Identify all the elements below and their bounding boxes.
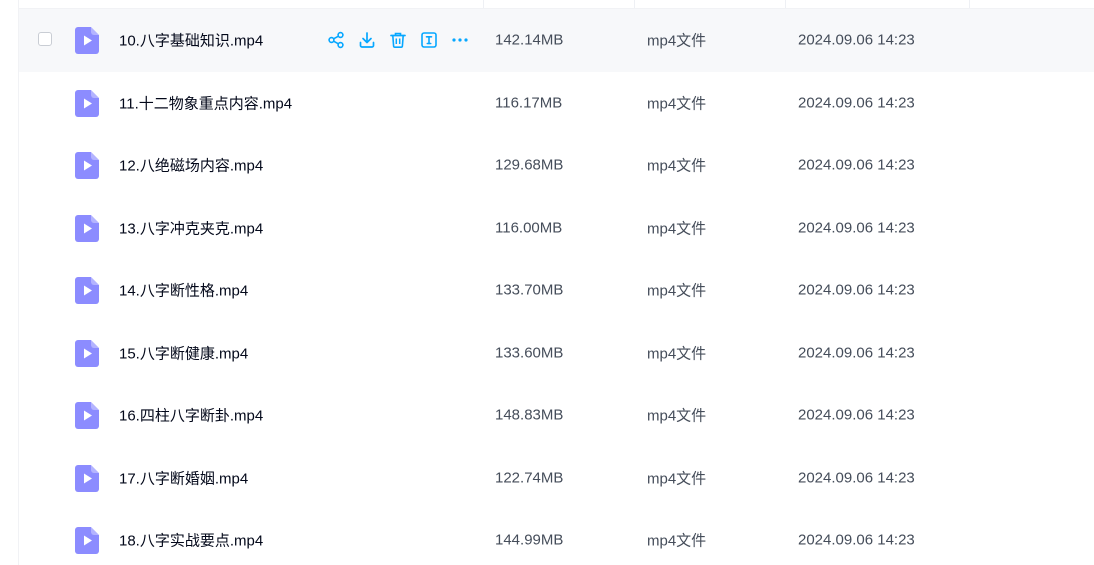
table-header: [19, 0, 1094, 9]
download-icon: [359, 32, 375, 49]
file-row[interactable]: 10.八字基础知识.mp4 142.14MB mp4文件 2024.09.06 …: [19, 9, 1094, 72]
file-size: 133.70MB: [495, 281, 564, 299]
column-divider[interactable]: [969, 0, 970, 8]
file-size: 144.99MB: [495, 531, 564, 549]
file-size: 133.60MB: [495, 344, 564, 362]
video-file-icon: [75, 464, 99, 492]
file-row[interactable]: 16.四柱八字断卦.mp4 148.83MB mp4文件 2024.09.06 …: [19, 384, 1094, 447]
more-icon: [452, 38, 468, 42]
file-type: mp4文件: [647, 32, 707, 50]
file-type: mp4文件: [647, 345, 707, 363]
file-modified-time: 2024.09.06 14:23: [798, 219, 915, 237]
file-size: 148.83MB: [495, 406, 564, 424]
column-divider[interactable]: [483, 0, 484, 8]
file-row[interactable]: 12.八绝磁场内容.mp4 129.68MB mp4文件 2024.09.06 …: [19, 134, 1094, 197]
video-file-icon: [75, 339, 99, 367]
video-file-icon: [75, 214, 99, 242]
file-size: 116.00MB: [495, 219, 563, 237]
rename-button[interactable]: [419, 30, 439, 50]
file-name[interactable]: 12.八绝磁场内容.mp4: [119, 155, 263, 176]
file-modified-time: 2024.09.06 14:23: [798, 406, 915, 424]
video-file-icon: [75, 27, 99, 55]
video-file-icon: [75, 89, 99, 117]
column-divider[interactable]: [785, 0, 786, 8]
video-file-icon: [75, 152, 99, 180]
more-button[interactable]: [450, 30, 470, 50]
file-type: mp4文件: [647, 532, 707, 550]
file-modified-time: 2024.09.06 14:23: [798, 156, 915, 174]
file-name[interactable]: 18.八字实战要点.mp4: [119, 530, 263, 551]
file-name[interactable]: 17.八字断婚姻.mp4: [119, 467, 248, 488]
file-type: mp4文件: [647, 220, 707, 238]
file-row[interactable]: 17.八字断婚姻.mp4 122.74MB mp4文件 2024.09.06 1…: [19, 447, 1094, 510]
file-type: mp4文件: [647, 95, 707, 113]
rename-icon: [421, 32, 437, 49]
share-icon: [328, 32, 344, 49]
file-row[interactable]: 15.八字断健康.mp4 133.60MB mp4文件 2024.09.06 1…: [19, 322, 1094, 385]
video-file-icon: [75, 277, 99, 305]
file-modified-time: 2024.09.06 14:23: [798, 469, 915, 487]
video-file-icon: [75, 402, 99, 430]
file-size: 142.14MB: [495, 31, 564, 49]
file-name[interactable]: 10.八字基础知识.mp4: [119, 30, 263, 51]
download-button[interactable]: [357, 30, 377, 50]
file-type: mp4文件: [647, 282, 707, 300]
file-modified-time: 2024.09.06 14:23: [798, 94, 915, 112]
delete-button[interactable]: [388, 30, 408, 50]
file-row[interactable]: 13.八字冲克夹克.mp4 116.00MB mp4文件 2024.09.06 …: [19, 197, 1094, 260]
file-row[interactable]: 11.十二物象重点内容.mp4 116.17MB mp4文件 2024.09.0…: [19, 72, 1094, 135]
file-name[interactable]: 11.十二物象重点内容.mp4: [119, 92, 292, 113]
file-name[interactable]: 15.八字断健康.mp4: [119, 342, 248, 363]
file-name[interactable]: 16.四柱八字断卦.mp4: [119, 405, 263, 426]
file-modified-time: 2024.09.06 14:23: [798, 531, 915, 549]
file-name[interactable]: 14.八字断性格.mp4: [119, 280, 248, 301]
file-type: mp4文件: [647, 157, 707, 175]
file-type: mp4文件: [647, 407, 707, 425]
row-checkbox[interactable]: [38, 32, 52, 47]
column-divider[interactable]: [634, 0, 635, 8]
file-size: 122.74MB: [495, 469, 564, 487]
file-size: 129.68MB: [495, 156, 564, 174]
file-rows: 10.八字基础知识.mp4 142.14MB mp4文件 2024.09.06 …: [19, 9, 1094, 565]
trash-icon: [390, 32, 406, 49]
share-button[interactable]: [326, 30, 346, 50]
file-row[interactable]: 18.八字实战要点.mp4 144.99MB mp4文件 2024.09.06 …: [19, 509, 1094, 565]
file-type: mp4文件: [647, 470, 707, 488]
file-row[interactable]: 14.八字断性格.mp4 133.70MB mp4文件 2024.09.06 1…: [19, 259, 1094, 322]
file-name[interactable]: 13.八字冲克夹克.mp4: [119, 217, 263, 238]
video-file-icon: [75, 527, 99, 555]
file-modified-time: 2024.09.06 14:23: [798, 31, 915, 49]
file-modified-time: 2024.09.06 14:23: [798, 344, 915, 362]
file-list: 10.八字基础知识.mp4 142.14MB mp4文件 2024.09.06 …: [18, 0, 1094, 565]
file-size: 116.17MB: [495, 94, 563, 112]
row-actions: [326, 30, 481, 50]
file-modified-time: 2024.09.06 14:23: [798, 281, 915, 299]
